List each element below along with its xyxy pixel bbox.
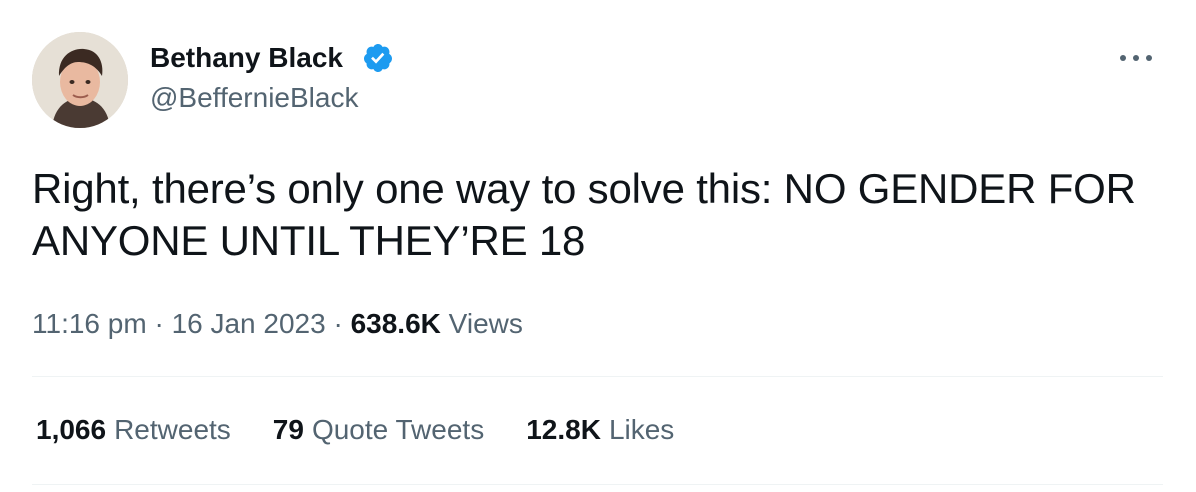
author-name[interactable]: Bethany Black (150, 40, 343, 76)
more-dot (1133, 55, 1139, 61)
tweet-time[interactable]: 11:16 pm (32, 308, 147, 339)
views-count: 638.6K (350, 308, 441, 339)
divider (32, 484, 1163, 485)
likes-stat[interactable]: 12.8K Likes (526, 412, 674, 448)
quote-tweets-count: 79 (272, 414, 304, 445)
more-dot (1146, 55, 1152, 61)
retweets-label: Retweets (114, 414, 231, 445)
tweet-text: Right, there’s only one way to solve thi… (32, 165, 1136, 264)
tweet-date[interactable]: 16 Jan 2023 (172, 308, 326, 339)
avatar[interactable] (32, 32, 128, 128)
meta-separator: · (333, 308, 343, 339)
author-handle[interactable]: @BeffernieBlack (150, 80, 358, 116)
views-label: Views (448, 308, 523, 339)
retweets-stat[interactable]: 1,066 Retweets (36, 412, 231, 448)
more-options-icon[interactable] (1114, 44, 1158, 72)
likes-label: Likes (608, 414, 675, 445)
quote-tweets-stat[interactable]: 79 Quote Tweets (273, 412, 484, 448)
tweet-stats: 1,066 Retweets 79 Quote Tweets 12.8K Likes (36, 412, 674, 448)
divider (32, 376, 1163, 377)
avatar-image (32, 32, 128, 128)
more-dot (1120, 55, 1126, 61)
verified-badge-icon (363, 44, 392, 72)
meta-separator: · (154, 308, 164, 339)
quote-tweets-label: Quote Tweets (311, 414, 485, 445)
tweet-meta: 11:16 pm · 16 Jan 2023 · 638.6K Views (32, 306, 523, 342)
retweets-count: 1,066 (36, 414, 107, 445)
likes-count: 12.8K (526, 414, 601, 445)
